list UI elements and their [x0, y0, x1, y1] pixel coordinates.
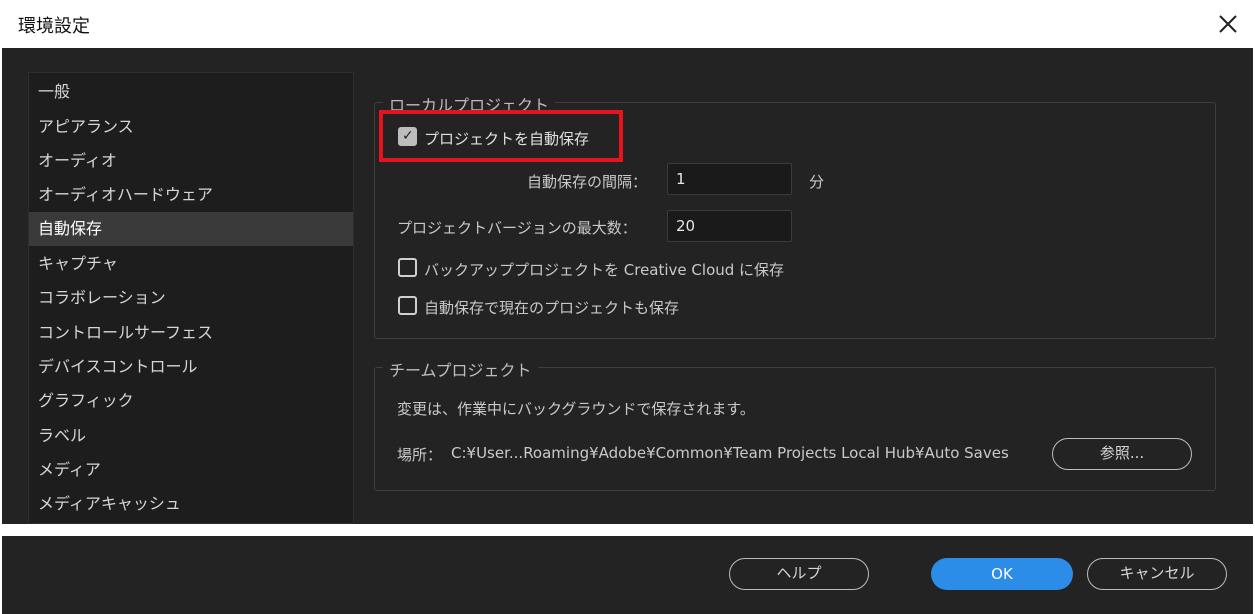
- autosave-interval-input[interactable]: 1: [667, 163, 792, 195]
- team-project-description: 変更は、作業中にバックグラウンドで保存されます。: [397, 400, 755, 418]
- sidebar-item-capture[interactable]: キャプチャ: [29, 247, 353, 281]
- separator: [0, 524, 1255, 536]
- max-versions-input[interactable]: 20: [667, 210, 792, 242]
- save-current-checkbox[interactable]: [398, 296, 417, 315]
- sidebar-item-control-surface[interactable]: コントロールサーフェス: [29, 316, 353, 350]
- sidebar-item-audio[interactable]: オーディオ: [29, 144, 353, 178]
- sidebar-item-device-control[interactable]: デバイスコントロール: [29, 350, 353, 384]
- team-project-legend: チームプロジェクト: [383, 357, 538, 381]
- autosave-interval-unit: 分: [809, 173, 825, 191]
- sidebar-item-collaboration[interactable]: コラボレーション: [29, 281, 353, 315]
- sidebar-item-media[interactable]: メディア: [29, 453, 353, 487]
- sidebar-item-general[interactable]: 一般: [29, 75, 353, 109]
- team-project-group: [374, 367, 1216, 491]
- save-current-checkbox-label: 自動保存で現在のプロジェクトも保存: [424, 299, 680, 317]
- autosave-checkbox-label: プロジェクトを自動保存: [424, 130, 590, 148]
- max-versions-label: プロジェクトバージョンの最大数：: [397, 219, 637, 237]
- autosave-checkbox[interactable]: ✓: [398, 127, 417, 146]
- sidebar-item-appearance[interactable]: アピアランス: [29, 110, 353, 144]
- backup-cloud-checkbox[interactable]: [398, 258, 417, 277]
- title-bar: [0, 0, 1255, 48]
- checkmark-icon: ✓: [402, 128, 414, 144]
- sidebar-item-autosave[interactable]: 自動保存: [29, 212, 353, 246]
- sidebar-item-labels[interactable]: ラベル: [29, 419, 353, 453]
- sidebar-item-audio-hardware[interactable]: オーディオハードウェア: [29, 178, 353, 212]
- location-path: C:¥User...Roaming¥Adobe¥Common¥Team Proj…: [451, 444, 1009, 462]
- window-title: 環境設定: [18, 16, 90, 37]
- location-label: 場所：: [397, 446, 443, 464]
- ok-button[interactable]: OK: [931, 558, 1073, 590]
- browse-button[interactable]: 参照...: [1052, 438, 1192, 470]
- autosave-interval-label: 自動保存の間隔：: [527, 173, 648, 191]
- close-icon[interactable]: [1214, 10, 1242, 38]
- sidebar: 一般 アピアランス オーディオ オーディオハードウェア 自動保存 キャプチャ コ…: [28, 72, 354, 524]
- cancel-button[interactable]: キャンセル: [1087, 558, 1227, 590]
- sidebar-item-graphics[interactable]: グラフィック: [29, 384, 353, 418]
- sidebar-item-media-cache[interactable]: メディアキャッシュ: [29, 487, 353, 521]
- help-button[interactable]: ヘルプ: [729, 558, 869, 590]
- backup-cloud-checkbox-label: バックアッププロジェクトを Creative Cloud に保存: [424, 261, 785, 279]
- local-project-legend: ローカルプロジェクト: [383, 92, 556, 116]
